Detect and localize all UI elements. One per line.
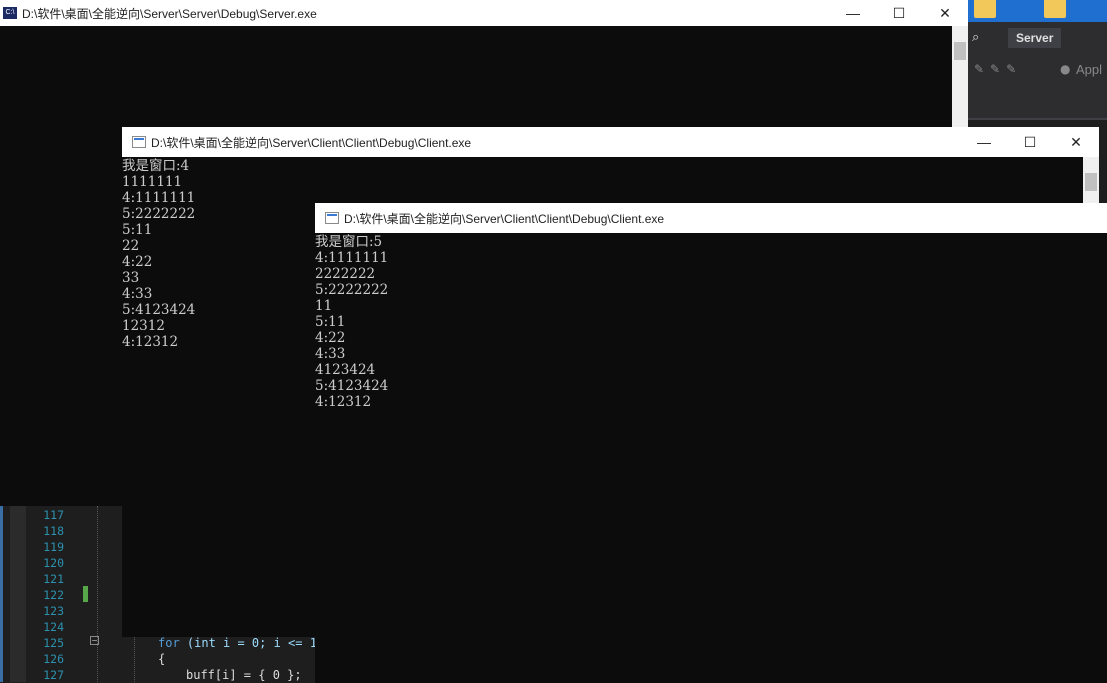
line-number: 119 [43,540,64,554]
server-window-title: D:\软件\桌面\全能逆向\Server\Server\Debug\Server… [22,6,317,21]
client5-titlebar[interactable]: D:\软件\桌面\全能逆向\Server\Client\Client\Debug… [315,203,1107,233]
line-number: 121 [43,572,64,586]
line-number: 123 [43,604,64,618]
toolbar-icons: ✎✎✎ [974,62,1023,76]
collapse-toggle[interactable]: − [90,636,99,645]
server-tab[interactable]: Server [1008,28,1062,48]
panel-bottom-line [968,118,1107,120]
console-window-icon [325,212,339,224]
taskbar-strip [968,0,1107,22]
indent-guide [97,506,98,682]
editor-left-strip [0,506,3,682]
line-number: 124 [43,620,64,634]
close-button[interactable]: ✕ [1053,127,1099,157]
line-number: 126 [43,652,64,666]
line-number: 120 [43,556,64,570]
console-line: 11 [315,298,333,314]
folder-icon [974,0,996,18]
code-line-127: buff[i] = { 0 }; [186,668,302,682]
console-line: 4:1111111 [315,250,389,266]
client5-console-output: 我是窗口:5 4:1111111 2222222 5:2222222 11 5:11 4:2… [315,233,1107,683]
search-icon[interactable]: ⌕ [972,30,979,45]
console-line: 4123424 [315,362,376,378]
client4-scrollbar-thumb[interactable] [1085,173,1097,191]
line-number: 117 [43,508,64,522]
console-line: 4:33 [315,346,346,362]
for-keyword: for [158,636,180,650]
close-button[interactable]: ✕ [922,0,968,26]
for-rest: (int i = 0; i <= 10 [179,636,325,650]
client4-titlebar[interactable]: D:\软件\桌面\全能逆向\Server\Client\Client\Debug… [122,127,1099,157]
appl-label: Appl [1076,62,1103,77]
editor-margin [10,506,26,682]
lightbulb-icon: ● [1060,62,1071,76]
console-line: 5:11 [315,314,346,330]
console-line: 我是窗口:5 [315,234,383,250]
line-number: 122 [43,588,64,602]
server-titlebar[interactable]: C:\ D:\软件\桌面\全能逆向\Server\Server\Debug\Se… [0,0,968,26]
console-window-icon [132,136,146,148]
console-line: 我是窗口:4 [122,158,190,174]
maximize-button[interactable]: ☐ [876,0,922,26]
maximize-button[interactable]: ☐ [1007,127,1053,157]
code-editor-bottom: for (int i = 0; i <= 10 { buff[i] = { 0 … [122,636,324,682]
console-line: 4:12312 [315,394,372,410]
code-line-125: for (int i = 0; i <= 10 [158,636,324,650]
folder-icon-2 [1044,0,1066,18]
change-marker [83,586,88,602]
client4-window-title: D:\软件\桌面\全能逆向\Server\Client\Client\Debug… [151,135,472,150]
minimize-button[interactable]: — [830,0,876,26]
console-line: 2222222 [315,266,376,282]
line-number: 118 [43,524,64,538]
client4-window-controls: — ☐ ✕ [961,127,1099,157]
indent-guide-2 [134,636,135,682]
client5-window-title: D:\软件\桌面\全能逆向\Server\Client\Client\Debug… [344,211,665,226]
client-window-5[interactable]: D:\软件\桌面\全能逆向\Server\Client\Client\Debug… [315,203,1107,683]
console-line: 1111111 [122,174,183,190]
vs-side-panel: ⌕ Server ✎✎✎ ● Appl [968,0,1107,120]
code-editor: − 117 118 119 120 121 122 123 124 125 126 127 [0,506,122,682]
console-line: 5:4123424 [315,378,389,394]
console-line: 4:22 [315,330,346,346]
server-scrollbar-thumb[interactable] [954,42,966,60]
console-line: 5:2222222 [315,282,389,298]
code-line-126: { [158,652,166,666]
minimize-button[interactable]: — [961,127,1007,157]
server-window-controls: — ☐ ✕ [830,0,968,26]
line-number: 125 [43,636,64,650]
line-number: 127 [43,668,64,682]
console-app-icon: C:\ [3,7,17,19]
